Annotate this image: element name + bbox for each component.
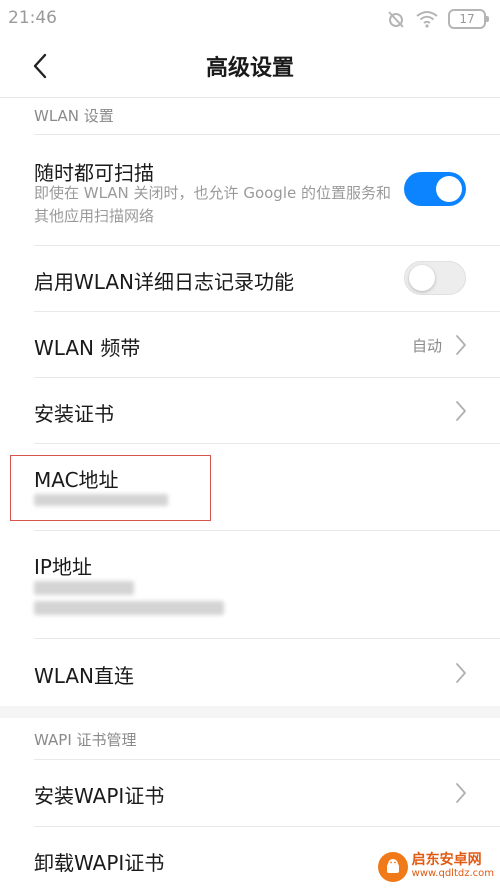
chevron-right-icon — [456, 783, 466, 803]
chevron-right-icon — [456, 401, 466, 421]
row-title: 启用WLAN详细日志记录功能 — [34, 270, 295, 294]
verbose-logging-toggle[interactable] — [404, 261, 466, 295]
section-gap — [0, 706, 500, 718]
android-icon — [386, 859, 399, 873]
row-subtitle: 即使在 WLAN 关闭时，也允许 Google 的位置服务和其他应用扫描网络 — [34, 184, 391, 225]
status-icons: 17 — [386, 8, 489, 30]
setting-row-scan-always[interactable]: 随时都可扫描 即使在 WLAN 关闭时，也允许 Google 的位置服务和其他应… — [0, 135, 500, 245]
section-header-wapi: WAPI 证书管理 — [34, 731, 137, 749]
toggle-knob — [436, 176, 462, 202]
nav-bar: 高级设置 — [0, 36, 500, 96]
page-title: 高级设置 — [205, 56, 294, 81]
row-title: 卸载WAPI证书 — [34, 851, 165, 875]
setting-row-install-wapi[interactable]: 安装WAPI证书 — [0, 760, 500, 826]
chevron-right-icon — [456, 335, 466, 355]
highlight-box — [10, 455, 211, 521]
row-title: WLAN直连 — [34, 664, 135, 688]
toggle-knob — [409, 265, 435, 291]
watermark: 启东安卓网 www.qdltdz.com — [377, 852, 494, 882]
row-title: 安装WAPI证书 — [34, 784, 165, 808]
setting-row-wlan-band[interactable]: WLAN 频带 自动 — [0, 312, 500, 377]
watermark-logo-icon — [377, 852, 408, 882]
scan-always-toggle[interactable] — [404, 172, 466, 206]
setting-row-ip-address: IP地址 — [0, 531, 500, 638]
status-bar: 21:46 17 — [0, 0, 500, 36]
battery-icon: 17 — [448, 9, 489, 29]
watermark-url: www.qdltdz.com — [411, 868, 494, 879]
row-title: WLAN 频带 — [34, 336, 141, 360]
chevron-right-icon — [456, 663, 466, 683]
wifi-icon — [416, 11, 438, 28]
setting-row-install-cert[interactable]: 安装证书 — [0, 378, 500, 443]
setting-row-verbose-logging[interactable]: 启用WLAN详细日志记录功能 — [0, 246, 500, 311]
watermark-text: 启东安卓网 www.qdltdz.com — [412, 853, 494, 881]
watermark-name: 启东安卓网 — [411, 852, 482, 868]
row-value: 自动 — [411, 337, 442, 355]
alarm-muted-icon — [388, 11, 404, 28]
ip-address-value-redacted — [34, 601, 224, 615]
row-title: 安装证书 — [34, 402, 114, 426]
setting-row-wlan-direct[interactable]: WLAN直连 — [0, 639, 500, 706]
row-title: IP地址 — [34, 555, 92, 579]
header-divider — [0, 97, 500, 98]
ip-address-value-redacted — [34, 581, 134, 595]
status-time: 21:46 — [8, 8, 57, 28]
section-header-wlan: WLAN 设置 — [34, 107, 114, 125]
